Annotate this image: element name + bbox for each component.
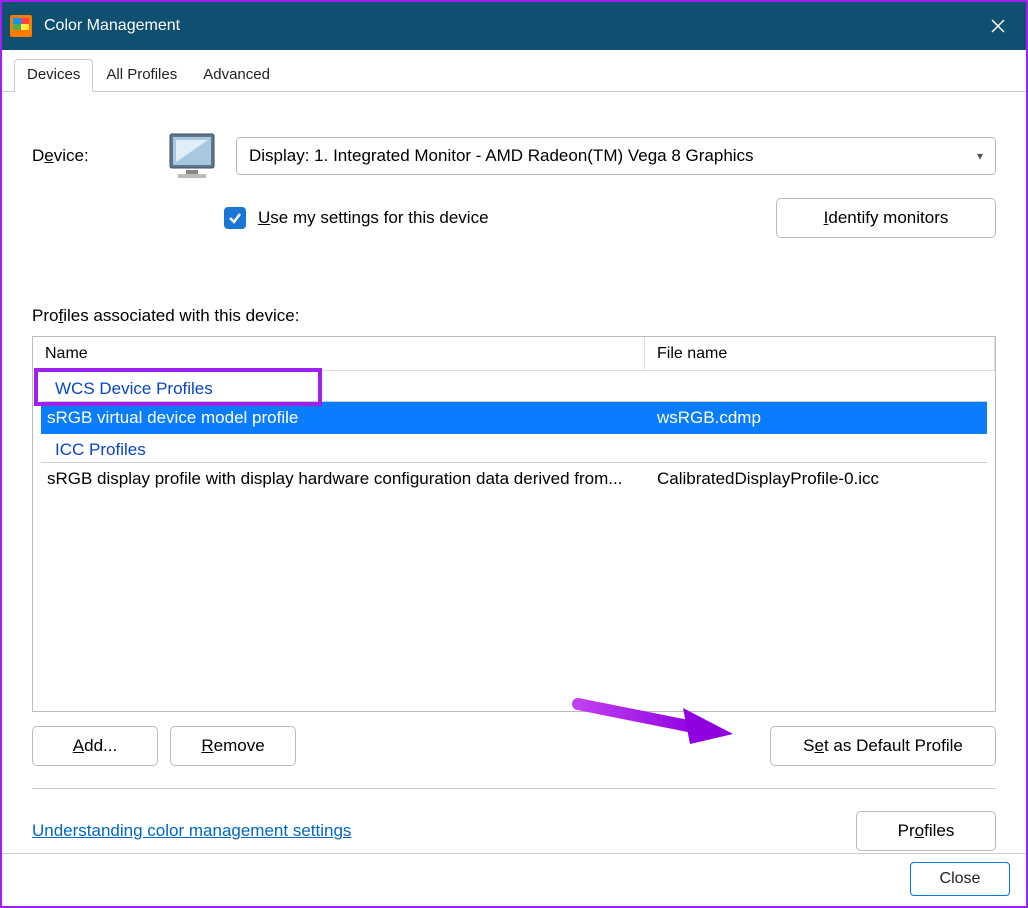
window-title: Color Management xyxy=(44,17,970,35)
separator xyxy=(32,788,996,789)
tab-devices[interactable]: Devices xyxy=(14,59,93,92)
profile-buttons-row: Add... Remove Set as Default Profile xyxy=(32,726,996,766)
app-icon xyxy=(10,15,32,37)
profile-name: sRGB display profile with display hardwa… xyxy=(33,469,645,489)
group-icc: ICC Profiles xyxy=(41,434,987,463)
bottom-row: Understanding color management settings … xyxy=(32,811,996,851)
use-my-settings-label: Use my settings for this device xyxy=(258,208,489,228)
close-icon xyxy=(991,19,1005,33)
identify-monitors-button[interactable]: Identify monitors xyxy=(776,198,996,238)
device-dropdown[interactable]: Display: 1. Integrated Monitor - AMD Rad… xyxy=(236,137,996,175)
add-button[interactable]: Add... xyxy=(32,726,158,766)
profile-name: sRGB virtual device model profile xyxy=(41,408,645,428)
tab-content: Device: Display: 1. Integrated Monitor -… xyxy=(2,92,1026,861)
group-wcs: WCS Device Profiles xyxy=(41,373,987,402)
device-selected-value: Display: 1. Integrated Monitor - AMD Rad… xyxy=(249,146,754,166)
use-my-settings-checkbox[interactable] xyxy=(224,207,246,229)
tab-bar: Devices All Profiles Advanced xyxy=(2,50,1026,92)
footer-separator xyxy=(2,853,1026,854)
device-label: Device: xyxy=(32,146,152,166)
settings-row: Use my settings for this device Identify… xyxy=(224,198,996,238)
tab-advanced[interactable]: Advanced xyxy=(190,59,283,92)
monitor-icon xyxy=(168,132,220,180)
device-row: Device: Display: 1. Integrated Monitor -… xyxy=(32,132,996,180)
help-link[interactable]: Understanding color management settings xyxy=(32,821,351,841)
remove-button[interactable]: Remove xyxy=(170,726,296,766)
dialog-footer: Close xyxy=(910,862,1010,896)
table-header: Name File name xyxy=(33,337,995,371)
tab-all-profiles[interactable]: All Profiles xyxy=(93,59,190,92)
table-row[interactable]: sRGB display profile with display hardwa… xyxy=(33,463,995,495)
profiles-table: Name File name WCS Device Profiles sRGB … xyxy=(32,336,996,712)
check-icon xyxy=(228,211,242,225)
profiles-section-label: Profiles associated with this device: xyxy=(32,306,996,326)
table-row[interactable]: sRGB virtual device model profile wsRGB.… xyxy=(41,402,987,434)
titlebar: Color Management xyxy=(2,2,1026,50)
profile-filename: wsRGB.cdmp xyxy=(645,408,987,428)
profile-filename: CalibratedDisplayProfile-0.icc xyxy=(645,469,995,489)
window-close-button[interactable] xyxy=(970,2,1026,50)
column-name[interactable]: Name xyxy=(33,337,645,370)
set-default-button[interactable]: Set as Default Profile xyxy=(770,726,996,766)
close-button[interactable]: Close xyxy=(910,862,1010,896)
column-filename[interactable]: File name xyxy=(645,337,995,370)
profiles-button[interactable]: Profiles xyxy=(856,811,996,851)
chevron-down-icon: ▾ xyxy=(977,149,983,163)
